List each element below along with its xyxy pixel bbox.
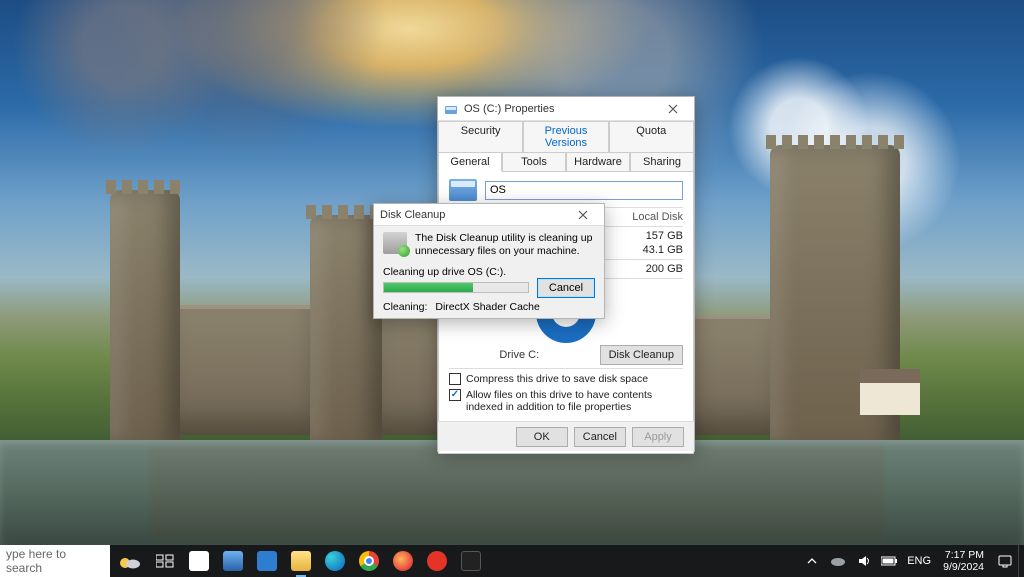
- taskbar-app-files[interactable]: [216, 545, 250, 577]
- show-desktop-button[interactable]: [1018, 545, 1024, 577]
- close-icon[interactable]: [658, 99, 688, 119]
- index-checkbox[interactable]: [449, 389, 461, 401]
- taskbar-clock[interactable]: 7:17 PM 9/9/2024: [935, 549, 992, 573]
- system-tray: ENG 7:17 PM 9/9/2024: [799, 545, 1024, 577]
- tray-battery-icon[interactable]: [877, 545, 903, 577]
- properties-title: OS (C:) Properties: [464, 103, 652, 115]
- taskbar-app-opera[interactable]: [420, 545, 454, 577]
- index-label: Allow files on this drive to have conten…: [466, 389, 683, 413]
- cleanup-cancel-button[interactable]: Cancel: [537, 278, 595, 298]
- tab-quota[interactable]: Quota: [609, 121, 694, 152]
- free-value: 43.1 GB: [643, 244, 683, 256]
- compress-checkbox[interactable]: [449, 373, 461, 385]
- disk-cleanup-button[interactable]: Disk Cleanup: [600, 345, 683, 365]
- task-view-button[interactable]: [148, 545, 182, 577]
- clock-date: 9/9/2024: [943, 561, 984, 573]
- cancel-button[interactable]: Cancel: [574, 427, 626, 447]
- tray-language[interactable]: ENG: [903, 545, 935, 577]
- drive-name-input[interactable]: [485, 181, 683, 200]
- tab-security[interactable]: Security: [438, 121, 523, 152]
- tab-hardware[interactable]: Hardware: [566, 152, 630, 172]
- disk-cleanup-dialog: Disk Cleanup The Disk Cleanup utility is…: [373, 203, 605, 319]
- cleanup-message: The Disk Cleanup utility is cleaning up …: [415, 232, 595, 258]
- tray-onedrive-icon[interactable]: [825, 545, 851, 577]
- capacity-value: 200 GB: [646, 263, 683, 275]
- taskbar-app-libreoffice[interactable]: [182, 545, 216, 577]
- drive-icon: [444, 102, 458, 116]
- compress-label: Compress this drive to save disk space: [466, 373, 648, 385]
- taskbar-app-terminal[interactable]: [454, 545, 488, 577]
- search-input[interactable]: ype here to search: [0, 545, 110, 577]
- tray-volume-icon[interactable]: [851, 545, 877, 577]
- tray-notifications-icon[interactable]: [992, 545, 1018, 577]
- properties-tabs: Security Previous Versions Quota General…: [438, 121, 694, 172]
- drive-caption: Drive C:: [449, 349, 590, 361]
- apply-button[interactable]: Apply: [632, 427, 684, 447]
- cleanup-progress: [383, 282, 529, 293]
- tab-sharing[interactable]: Sharing: [630, 152, 694, 172]
- cleanup-title: Disk Cleanup: [380, 209, 568, 221]
- cleanup-icon: [383, 232, 407, 254]
- drive-large-icon: [449, 179, 477, 201]
- taskbar: ype here to search ENG 7:17 PM 9/9/2024: [0, 545, 1024, 577]
- tab-tools[interactable]: Tools: [502, 152, 566, 172]
- taskbar-app-firefox[interactable]: [386, 545, 420, 577]
- taskbar-app-explorer[interactable]: [284, 545, 318, 577]
- tab-previous-versions[interactable]: Previous Versions: [523, 121, 608, 152]
- taskbar-app-chrome[interactable]: [352, 545, 386, 577]
- cleaning-label: Cleaning:: [383, 301, 427, 313]
- used-value: 157 GB: [646, 230, 683, 242]
- taskbar-app-calculator[interactable]: [250, 545, 284, 577]
- tab-general[interactable]: General: [438, 152, 502, 172]
- properties-footer: OK Cancel Apply: [438, 421, 694, 451]
- close-icon[interactable]: [568, 205, 598, 225]
- cleaning-value: DirectX Shader Cache: [435, 301, 539, 313]
- properties-titlebar[interactable]: OS (C:) Properties: [438, 97, 694, 121]
- cleanup-titlebar[interactable]: Disk Cleanup: [374, 204, 604, 226]
- taskbar-app-edge[interactable]: [318, 545, 352, 577]
- taskbar-weather[interactable]: [110, 551, 148, 571]
- clock-time: 7:17 PM: [943, 549, 984, 561]
- ok-button[interactable]: OK: [516, 427, 568, 447]
- weather-icon: [116, 551, 142, 571]
- tray-chevron-up-icon[interactable]: [799, 545, 825, 577]
- cleanup-status: Cleaning up drive OS (C:).: [383, 266, 595, 278]
- type-value: Local Disk: [632, 211, 683, 223]
- task-view-icon: [156, 554, 174, 568]
